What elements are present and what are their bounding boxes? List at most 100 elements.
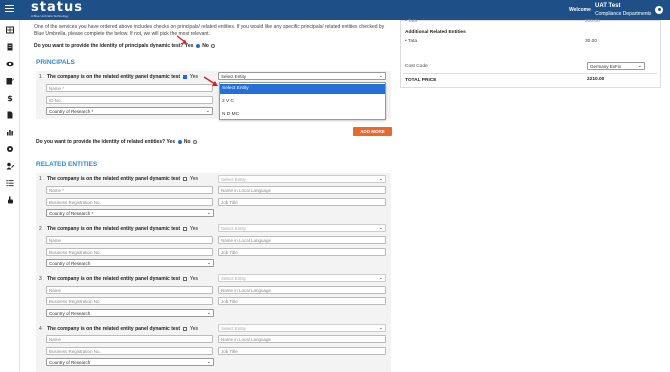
dashboard-icon[interactable] (6, 26, 14, 34)
related-yes-label: Yes (189, 176, 199, 182)
principal-name-input[interactable]: Name * (46, 84, 213, 92)
price-summary-panel: • Tata 300.00 Additional Related Entitie… (400, 19, 661, 88)
file-icon[interactable] (6, 111, 14, 119)
dollar-icon[interactable]: $ (6, 94, 14, 103)
principal-id-input[interactable]: ID No. (46, 96, 213, 104)
related-entities-title: RELATED ENTITIES (36, 161, 98, 168)
related-brn-input[interactable]: Business Registration No. (46, 248, 213, 256)
row-number: 4 (39, 326, 42, 332)
related-question-label: The company is on the related entity pan… (47, 226, 181, 232)
chevron-down-icon: ⌄ (206, 260, 211, 266)
related-job-title-input[interactable]: Job Title (218, 347, 386, 355)
eye-icon[interactable] (6, 60, 14, 68)
user-account-icon[interactable] (655, 6, 663, 14)
related-country-value: Country of Research * (49, 211, 94, 216)
chevron-down-icon: ⌄ (206, 210, 211, 216)
logo-tagline: A Blue Umbrella Technology (31, 14, 69, 18)
svg-text:$: $ (7, 94, 13, 102)
related-country-select[interactable]: Country of Research ⌄ (46, 358, 214, 366)
related-yes-radio[interactable] (177, 139, 182, 144)
edit-icon[interactable] (6, 77, 14, 85)
user-name: UAT Test (595, 3, 621, 9)
related-entity-value: Select Entity (221, 276, 247, 281)
user-department: Compliance Departments (595, 11, 652, 17)
cost-code-label: Cost Code (405, 64, 428, 69)
related-yes-label: Yes (189, 276, 199, 282)
related-question: Do you want to provide the identity of r… (36, 139, 198, 145)
related-no-radio[interactable] (192, 139, 197, 144)
chevron-down-icon: ⌄ (206, 310, 211, 316)
total-price-label: TOTAL PRICE (405, 78, 437, 83)
related-name-input[interactable]: Name (46, 286, 213, 294)
top-bar: status A Blue Umbrella Technology Welcom… (0, 0, 670, 20)
related-question-label: The company is on the related entity pan… (47, 276, 181, 282)
chevron-down-icon: ⌄ (205, 108, 210, 114)
related-yes-checkbox[interactable] (183, 326, 188, 331)
related-row-question: The company is on the related entity pan… (47, 276, 198, 282)
chart-icon[interactable] (6, 128, 14, 136)
add-more-button[interactable]: ADD MORE (353, 127, 392, 136)
row-number: 1 (39, 176, 42, 182)
related-brn-input[interactable]: Business Registration No. (46, 297, 213, 305)
related-entity-select[interactable]: Select Entity ⌄ (218, 324, 386, 332)
related-yes-checkbox[interactable] (183, 176, 188, 181)
total-price-value: 2210.00 (587, 77, 605, 82)
related-entity-select[interactable]: Select Entity ⌄ (218, 274, 386, 282)
related-row-question: The company is on the related entity pan… (47, 226, 198, 232)
related-country-select[interactable]: Country of Research * ⌄ (46, 209, 214, 217)
related-yes-checkbox[interactable] (183, 276, 188, 281)
related-brn-input[interactable]: Business Registration No. (46, 198, 213, 206)
related-job-title-input[interactable]: Job Title (218, 248, 386, 256)
principal-yes-label: Yes (189, 74, 199, 80)
related-country-value: Country of Research (49, 261, 91, 266)
chevron-down-icon: ⌄ (378, 225, 383, 231)
related-country-select[interactable]: Country of Research ⌄ (46, 309, 214, 317)
settings-icon[interactable] (6, 145, 14, 153)
related-entity-select[interactable]: Select Entity ⌄ (218, 175, 386, 183)
related-brn-input[interactable]: Business Registration No. (46, 347, 213, 355)
document-icon[interactable] (6, 43, 14, 51)
row-number: 3 (39, 276, 42, 282)
red-arrow-icon (203, 76, 218, 86)
principals-no-radio[interactable] (211, 43, 216, 48)
principal-country-select[interactable]: Country of Research * ⌄ (46, 107, 213, 115)
principal-yes-checkbox[interactable] (183, 74, 188, 79)
related-yes-checkbox[interactable] (183, 226, 188, 231)
principals-title: PRINCIPALS (36, 59, 75, 66)
related-local-name-input[interactable]: Name in Local Language (218, 186, 386, 194)
chevron-down-icon: ⌄ (637, 63, 642, 69)
dropdown-option[interactable]: Select Entity (220, 84, 385, 94)
related-entity-select[interactable]: Select Entity ⌄ (218, 224, 386, 232)
summary-item: • Tata (405, 39, 417, 44)
dropdown-option[interactable]: N D MC (220, 110, 385, 120)
related-country-value: Country of Research (49, 360, 91, 365)
related-local-name-input[interactable]: Name in Local Language (218, 236, 386, 244)
related-local-name-input[interactable]: Name in Local Language (218, 286, 386, 294)
cost-code-select[interactable]: Germany ExFix ⌄ (587, 62, 645, 70)
hand-pointer-icon[interactable] (6, 196, 14, 204)
divider (403, 73, 657, 74)
related-name-input[interactable]: Name * (46, 186, 213, 194)
related-job-title-input[interactable]: Job Title (218, 198, 386, 206)
principal-entity-select[interactable]: Select Entity ⌄ (218, 72, 386, 80)
principals-yes-radio[interactable] (195, 43, 200, 48)
logo[interactable]: status (31, 1, 83, 14)
related-row-question: The company is on the related entity pan… (47, 326, 198, 332)
list-icon[interactable] (6, 179, 14, 187)
dropdown-option[interactable]: 2 V C (220, 97, 385, 107)
hamburger-menu-icon[interactable] (5, 5, 14, 14)
related-name-input[interactable]: Name (46, 236, 213, 244)
user-edit-icon[interactable] (6, 162, 15, 170)
entity-dropdown-list: Select Entity 2 V C N D MC (219, 82, 386, 120)
related-job-title-input[interactable]: Job Title (218, 297, 386, 305)
welcome-label: Welcome (569, 7, 591, 13)
summary-item-value: 30.00 (585, 39, 598, 44)
related-country-value: Country of Research (49, 311, 91, 316)
related-country-select[interactable]: Country of Research ⌄ (46, 259, 214, 267)
related-entity-value: Select Entity (221, 226, 247, 231)
related-local-name-input[interactable]: Name in Local Language (218, 335, 386, 343)
related-question-label: The company is on the related entity pan… (47, 176, 181, 182)
related-yes-label: Yes (189, 226, 199, 232)
chevron-down-icon: ⌄ (378, 275, 383, 281)
related-name-input[interactable]: Name (46, 335, 213, 343)
